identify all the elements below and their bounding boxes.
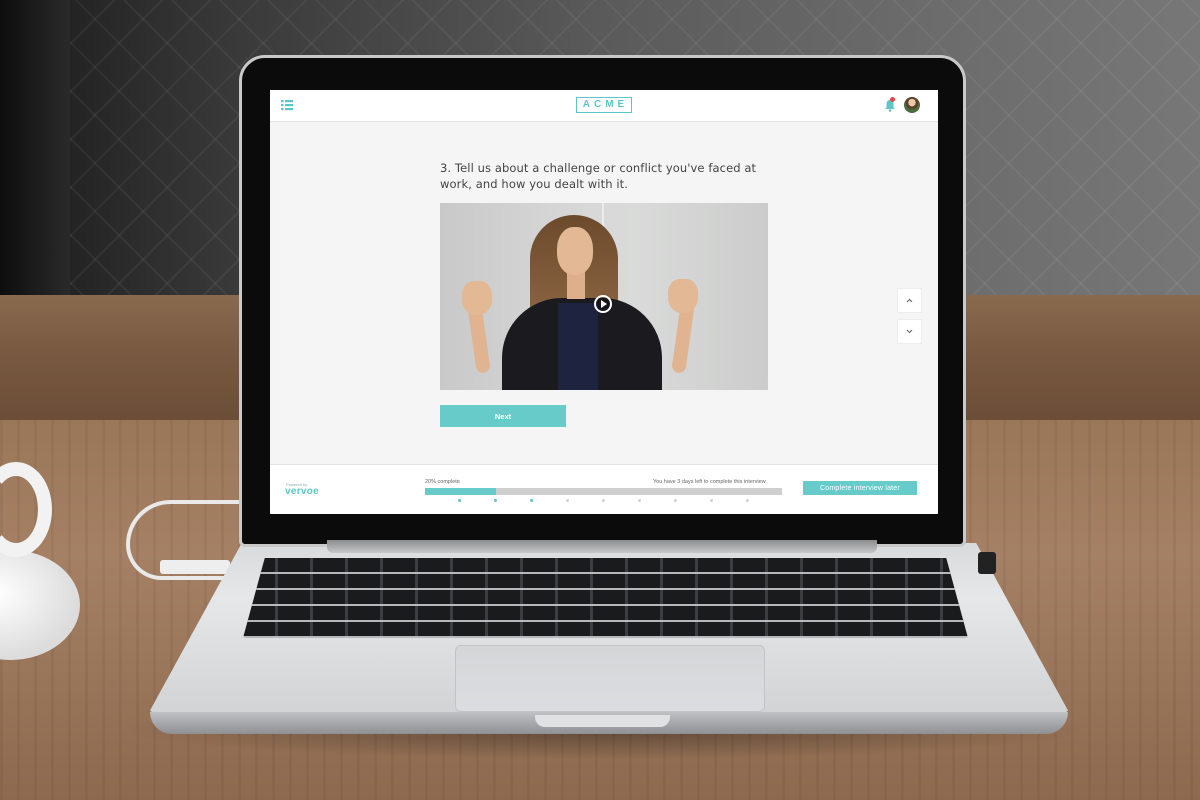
charging-plug	[160, 560, 230, 574]
app-screen: ACME 3. Tell us about a challenge or con…	[270, 90, 938, 514]
video-speaker-face	[557, 227, 593, 275]
brand-logo[interactable]: ACME	[576, 97, 632, 113]
step-indicator	[425, 499, 782, 505]
video-speaker-shirt	[558, 303, 598, 390]
video-speaker-left-hand	[462, 281, 492, 315]
next-button[interactable]: Next	[440, 405, 566, 427]
next-question-button[interactable]	[897, 319, 922, 344]
step-dot[interactable]	[458, 499, 461, 502]
laptop-side-port	[978, 552, 996, 574]
keyboard-key-rows	[243, 558, 968, 638]
step-dot[interactable]	[638, 499, 641, 502]
play-circle-icon[interactable]	[594, 295, 612, 313]
progress-footer: Powered by vervoe 20% complete You have …	[270, 464, 938, 514]
video-speaker-right-arm	[671, 302, 695, 374]
question-text: 3. Tell us about a challenge or conflict…	[440, 161, 757, 191]
vendor-logo[interactable]: vervoe	[285, 486, 319, 497]
step-dot[interactable]	[746, 499, 749, 502]
step-dot[interactable]	[602, 499, 605, 502]
background-dark-wall-edge	[0, 0, 70, 310]
laptop-hinge	[327, 540, 877, 553]
list-menu-icon[interactable]	[281, 99, 293, 111]
laptop-lid-notch	[535, 715, 670, 727]
laptop-trackpad	[455, 645, 765, 712]
top-bar: ACME	[270, 90, 938, 122]
step-dot[interactable]	[710, 499, 713, 502]
deadline-text: You have 3 days left to complete this in…	[653, 479, 766, 485]
user-avatar[interactable]	[904, 97, 920, 113]
progress-bar	[425, 488, 782, 495]
progress-percentage: 20% complete	[425, 479, 460, 485]
step-dot[interactable]	[566, 499, 569, 502]
video-speaker-right-hand	[668, 279, 698, 313]
step-dot[interactable]	[674, 499, 677, 502]
notification-badge	[890, 97, 895, 102]
complete-later-button[interactable]: Complete interview later	[803, 481, 917, 495]
step-dot[interactable]	[494, 499, 497, 502]
progress-bar-fill	[425, 488, 497, 495]
chevron-up-icon	[906, 298, 913, 303]
video-player[interactable]	[440, 203, 768, 390]
step-dot[interactable]	[530, 499, 533, 502]
previous-question-button[interactable]	[897, 288, 922, 313]
chevron-down-icon	[906, 329, 913, 334]
